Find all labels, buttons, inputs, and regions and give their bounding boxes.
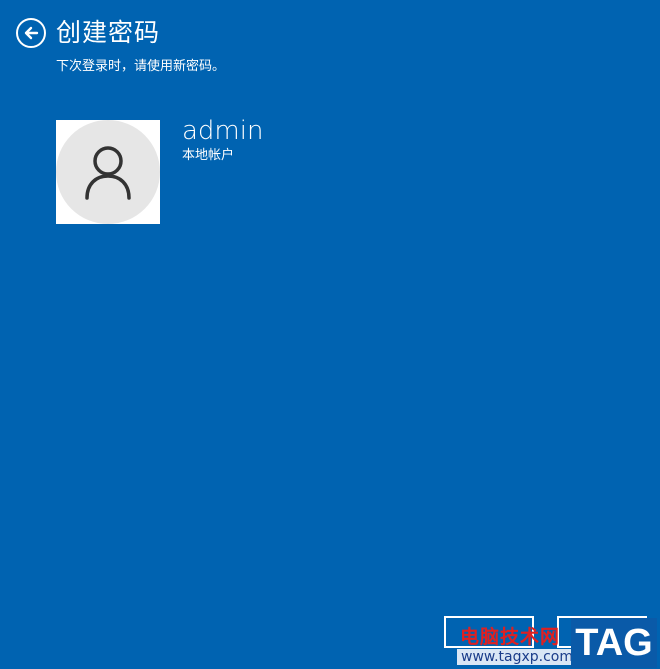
page-subtitle: 下次登录时，请使用新密码。: [56, 59, 226, 74]
avatar-circle: [56, 120, 160, 224]
header: 创建密码: [16, 16, 160, 50]
page-title: 创建密码: [56, 18, 161, 47]
account-card: admin 本地帐户: [56, 116, 263, 224]
back-button[interactable]: [16, 18, 46, 48]
avatar: [56, 120, 160, 224]
user-icon: [85, 146, 131, 200]
watermark-tag-logo: TAG: [571, 618, 657, 668]
watermark-url: www.tagxp.com: [457, 649, 577, 665]
account-type: 本地帐户: [182, 148, 235, 163]
back-arrow-icon: [24, 26, 39, 40]
watermark-site-name: 电脑技术网: [460, 626, 561, 648]
username: admin: [182, 116, 264, 146]
account-info: admin 本地帐户: [182, 114, 263, 224]
create-password-page: 创建密码 下次登录时，请使用新密码。 admin 本地帐户 电脑技术网 www.…: [0, 0, 660, 669]
watermark: 电脑技术网 www.tagxp.com TAG: [455, 618, 660, 669]
